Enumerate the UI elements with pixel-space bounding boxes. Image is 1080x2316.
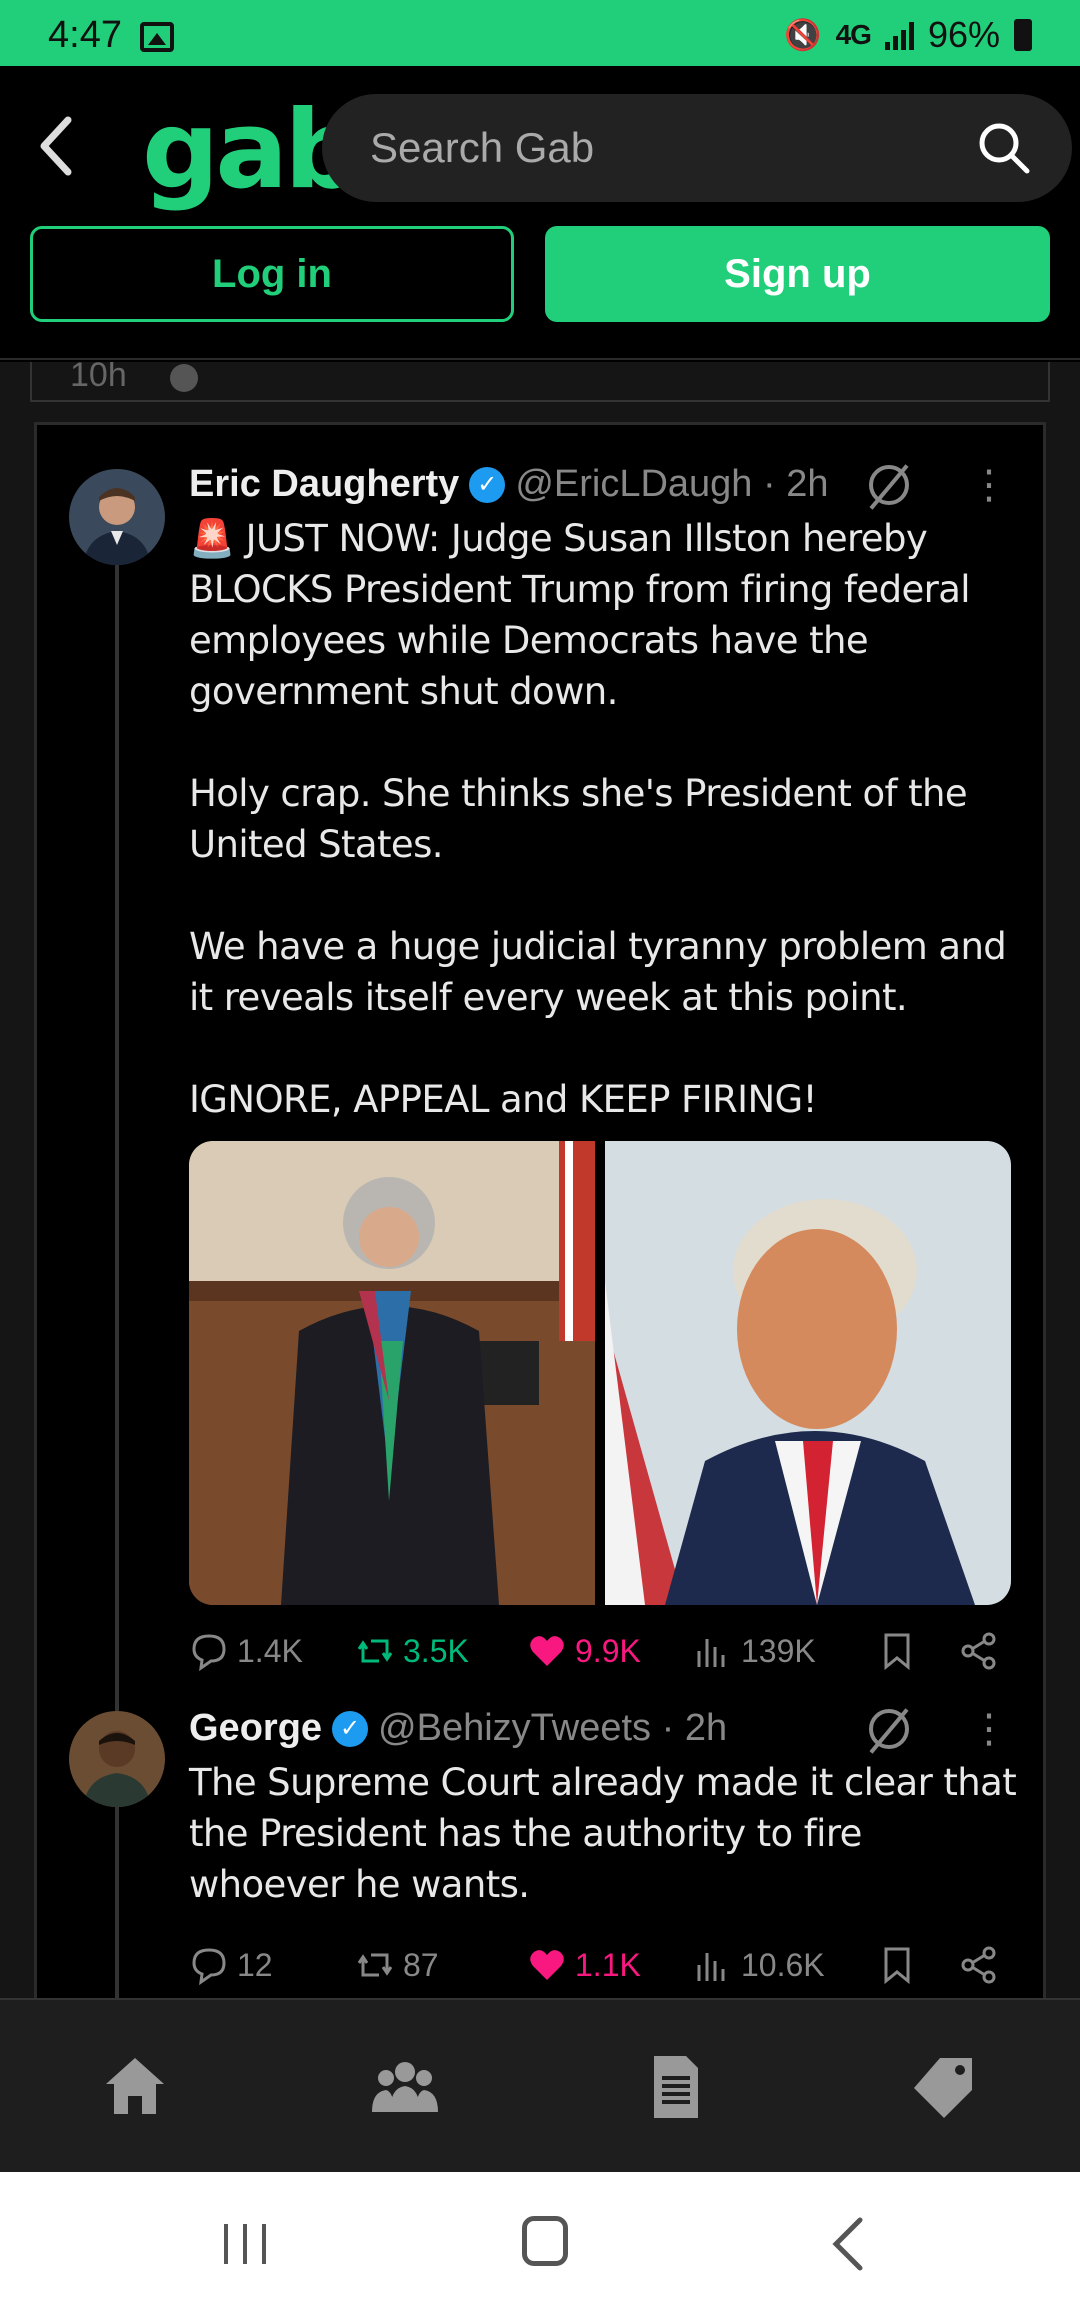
tweet-handle: @EricLDaugh · 2h [515,463,829,505]
recent-apps-icon[interactable] [220,2222,270,2266]
reply-icon [192,1948,226,1985]
repost-count-label: 3.5K [403,1632,469,1669]
grok-icon [869,1709,909,1749]
reply-count: 12 [189,1945,355,1985]
repost-count-label: 87 [403,1946,439,1983]
views-icon [697,1639,725,1667]
view-count: 139K [693,1631,873,1671]
previous-post-footer: 10h [30,362,1050,402]
tweet-actions: 1.4K 3.5K 9.9K 139K [189,1631,1019,1671]
post-image-screenshot[interactable]: Eric Daugherty ✓ @EricLDaugh · 2h ⋮ 🚨 JU… [34,422,1046,1998]
avatar [69,1711,165,1807]
news-icon[interactable] [640,2052,710,2122]
status-right: 🔇 4G 96% [784,14,1032,56]
views-icon [697,1953,725,1981]
battery-percent: 96% [927,14,1000,55]
system-back-icon[interactable] [830,2216,866,2272]
like-count-label: 1.1K [575,1946,641,1983]
reply-count-label: 1.4K [237,1632,303,1669]
search-icon[interactable] [976,120,1032,176]
tweet-actions: 12 87 1.1K 10.6K [189,1945,1019,1985]
tweet-text: 🚨 JUST NOW: Judge Susan Illston hereby B… [189,517,1007,1121]
home-icon[interactable] [100,2052,170,2122]
tweet-header: George ✓ @BehizyTweets · 2h [189,1707,727,1750]
heart-icon [530,1950,564,1980]
search-bar[interactable] [322,94,1072,202]
photo-judge [189,1141,595,1605]
bookmark-icon [884,1633,910,1671]
view-count-label: 10.6K [741,1946,825,1983]
tweet-header-actions: ⋮ [869,1709,1009,1749]
post-timestamp: 10h [70,362,127,394]
bookmark-icon [884,1947,910,1985]
view-count-label: 139K [741,1632,816,1669]
repost-icon [357,1953,393,1977]
signup-button[interactable]: Sign up [545,226,1050,322]
tweet-header-actions: ⋮ [869,465,1009,505]
avatar [69,469,165,565]
battery-icon [1014,19,1032,51]
tweet-media [189,1141,1011,1605]
repost-icon [357,1639,393,1663]
verified-badge-icon: ✓ [332,1710,369,1747]
search-input[interactable] [370,94,950,202]
system-navigation-bar [0,2172,1080,2316]
reply-count: 1.4K [189,1631,355,1671]
status-time: 4:47 [48,14,122,56]
more-options-icon: ⋮ [969,1707,1009,1751]
groups-icon[interactable] [370,2052,440,2122]
reply-icon [192,1634,226,1671]
bottom-navigation [0,1998,1080,2172]
back-arrow-icon[interactable] [36,114,76,178]
tweet-author-name: George [189,1707,323,1749]
tweet-author-name: Eric Daugherty [189,463,460,505]
verified-badge-icon: ✓ [469,466,506,503]
photo-trump [605,1141,1011,1605]
like-count: 1.1K [527,1945,693,1985]
post-feed: 10h Eric Daugherty ✓ @EricLDaugh · 2h ⋮ … [0,362,1080,1998]
network-type: 4G [835,19,872,50]
view-count: 10.6K [693,1945,873,1985]
repost-count: 87 [355,1945,527,1985]
tweet-header: Eric Daugherty ✓ @EricLDaugh · 2h [189,463,828,506]
gallery-notification-icon [140,22,174,52]
app-header: gab Log in Sign up [0,66,1080,360]
more-options-icon: ⋮ [969,463,1009,507]
reply-count-label: 12 [237,1946,273,1983]
like-count: 9.9K [527,1631,693,1671]
signal-icon [884,20,914,50]
globe-icon [170,364,198,392]
share-icon [961,1632,996,1670]
repost-count: 3.5K [355,1631,527,1671]
login-button[interactable]: Log in [30,226,514,322]
status-bar: 4:47 🔇 4G 96% [0,0,1080,66]
heart-icon [530,1636,564,1666]
mute-icon: 🔇 [784,18,822,52]
tags-icon[interactable] [910,2052,980,2122]
tweet-handle: @BehizyTweets · 2h [378,1707,728,1749]
tweet-text: The Supreme Court already made it clear … [189,1761,1017,1906]
home-button-icon[interactable] [522,2216,568,2266]
share-icon [961,1946,996,1984]
like-count-label: 9.9K [575,1632,641,1669]
grok-icon [869,465,909,505]
